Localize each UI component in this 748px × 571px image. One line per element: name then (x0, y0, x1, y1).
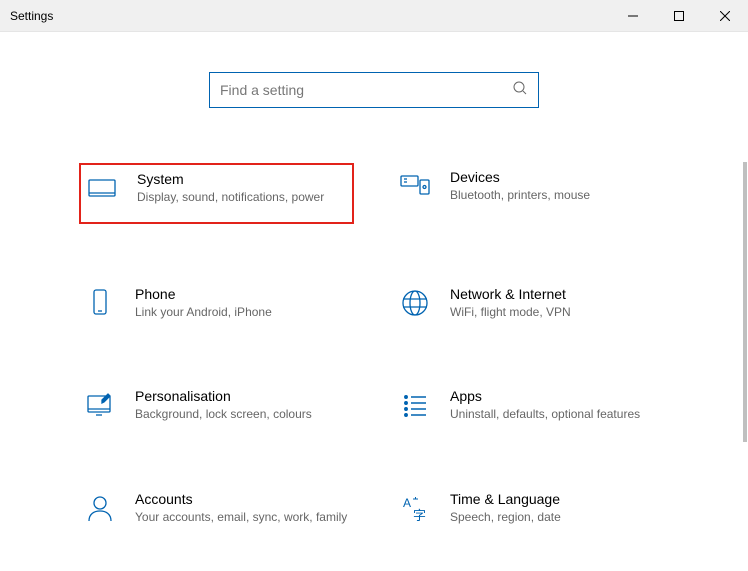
search-icon (512, 80, 528, 101)
category-title: Accounts (135, 491, 350, 507)
category-title: Personalisation (135, 388, 350, 404)
category-devices[interactable]: Devices Bluetooth, printers, mouse (394, 163, 669, 224)
window-title: Settings (10, 9, 53, 23)
phone-icon (83, 286, 117, 320)
category-desc: Your accounts, email, sync, work, family (135, 510, 350, 526)
search-input[interactable] (220, 82, 512, 98)
svg-text:字: 字 (413, 508, 426, 523)
category-desc: Bluetooth, printers, mouse (450, 188, 665, 204)
category-title: System (137, 171, 348, 187)
category-desc: Display, sound, notifications, power (137, 190, 348, 206)
category-apps[interactable]: Apps Uninstall, defaults, optional featu… (394, 382, 669, 429)
category-personalisation[interactable]: Personalisation Background, lock screen,… (79, 382, 354, 429)
category-title: Apps (450, 388, 665, 404)
category-system[interactable]: System Display, sound, notifications, po… (79, 163, 354, 224)
category-time-language[interactable]: A 字 Time & Language Speech, region, date (394, 485, 669, 532)
close-button[interactable] (702, 0, 748, 31)
category-phone[interactable]: Phone Link your Android, iPhone (79, 280, 354, 327)
scrollbar[interactable] (743, 162, 747, 442)
category-desc: Speech, region, date (450, 510, 665, 526)
category-desc: Background, lock screen, colours (135, 407, 350, 423)
category-accounts[interactable]: Accounts Your accounts, email, sync, wor… (79, 485, 354, 532)
category-desc: Uninstall, defaults, optional features (450, 407, 665, 423)
svg-text:A: A (403, 496, 411, 510)
titlebar: Settings (0, 0, 748, 32)
settings-grid: System Display, sound, notifications, po… (79, 163, 669, 531)
category-title: Network & Internet (450, 286, 665, 302)
devices-icon (398, 169, 432, 203)
system-icon (85, 171, 119, 205)
category-title: Time & Language (450, 491, 665, 507)
personalisation-icon (83, 388, 117, 422)
category-desc: Link your Android, iPhone (135, 305, 350, 321)
apps-icon (398, 388, 432, 422)
network-icon (398, 286, 432, 320)
window-controls (610, 0, 748, 31)
category-desc: WiFi, flight mode, VPN (450, 305, 665, 321)
category-title: Devices (450, 169, 665, 185)
search-box[interactable] (209, 72, 539, 108)
maximize-button[interactable] (656, 0, 702, 31)
minimize-button[interactable] (610, 0, 656, 31)
time-language-icon: A 字 (398, 491, 432, 525)
page-body: System Display, sound, notifications, po… (0, 32, 748, 571)
category-network[interactable]: Network & Internet WiFi, flight mode, VP… (394, 280, 669, 327)
accounts-icon (83, 491, 117, 525)
category-title: Phone (135, 286, 350, 302)
